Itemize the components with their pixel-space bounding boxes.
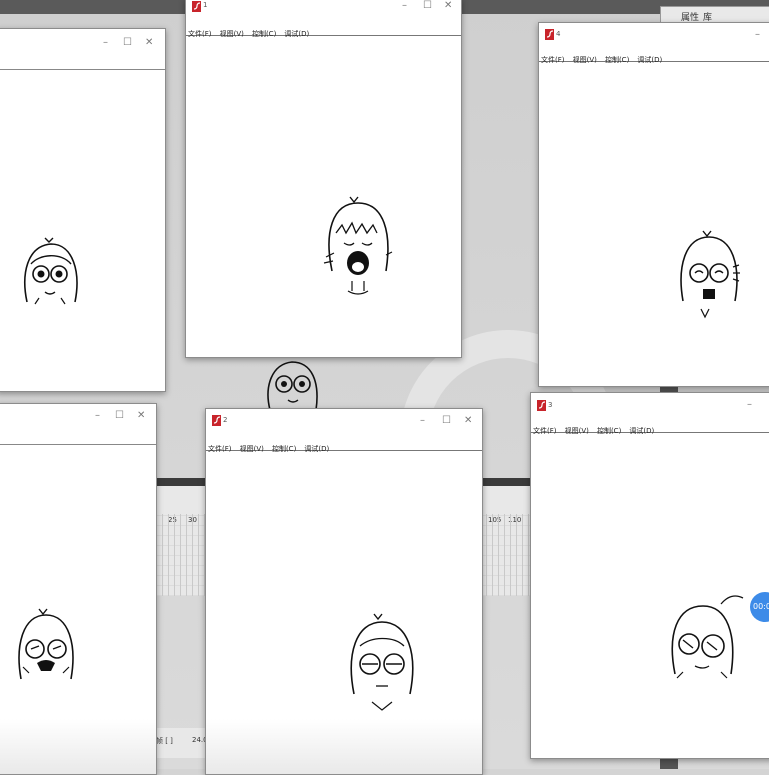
- close-icon[interactable]: ✕: [464, 415, 472, 426]
- flash-window-2[interactable]: 2 – ☐ ✕ 文件(F) 视图(V) 控制(C) 调试(D): [205, 408, 483, 775]
- minimize-icon[interactable]: –: [755, 29, 760, 40]
- flash-window[interactable]: – ☐ ✕: [0, 28, 166, 392]
- character-face-annoyed: [350, 613, 414, 711]
- close-icon[interactable]: ✕: [444, 0, 452, 11]
- maximize-icon[interactable]: ☐: [115, 410, 124, 421]
- player-stage[interactable]: [186, 37, 461, 357]
- character-face-crying: [323, 196, 393, 295]
- window-titlebar[interactable]: – ☐ ✕: [0, 404, 156, 421]
- minimize-icon[interactable]: –: [103, 37, 108, 48]
- window-number: 4: [556, 30, 561, 38]
- minimize-icon[interactable]: –: [420, 415, 425, 426]
- close-icon[interactable]: ✕: [137, 410, 145, 421]
- window-titlebar[interactable]: 2 – ☐ ✕: [206, 409, 482, 426]
- window-number: 1: [203, 1, 208, 9]
- flash-window-1[interactable]: 1 – ☐ ✕ 文件(F) 视图(V) 控制(C) 调试(D): [185, 0, 462, 358]
- player-stage[interactable]: [0, 444, 156, 774]
- flash-player-icon: [192, 1, 201, 12]
- flash-player-icon: [212, 415, 221, 426]
- window-menubar: 文件(F) 视图(V) 控制(C) 调试(D): [206, 436, 482, 453]
- maximize-icon[interactable]: ☐: [423, 0, 432, 11]
- flash-window-4[interactable]: 4 – 文件(F) 视图(V) 控制(C) 调试(D): [538, 22, 769, 387]
- minimize-icon[interactable]: –: [95, 410, 100, 421]
- window-menubar: 文件(F) 视图(V) 控制(C) 调试(D): [531, 418, 769, 435]
- maximize-icon[interactable]: ☐: [123, 37, 132, 48]
- window-menubar: 文件(F) 视图(V) 控制(C) 调试(D): [186, 21, 461, 38]
- window-titlebar[interactable]: – ☐ ✕: [0, 29, 165, 48]
- window-number: 2: [223, 416, 228, 424]
- flash-player-icon: [545, 29, 554, 40]
- minimize-icon[interactable]: –: [402, 0, 407, 11]
- character-face-sleepy: [671, 595, 744, 679]
- window-titlebar[interactable]: 3 –: [531, 393, 769, 411]
- minimize-icon[interactable]: –: [747, 399, 752, 410]
- window-titlebar[interactable]: 4 –: [539, 23, 769, 40]
- frame-label: 帧 [ ]: [156, 737, 173, 745]
- flash-window-3[interactable]: 3 – 文件(F) 视图(V) 控制(C) 调试(D): [530, 392, 769, 759]
- player-stage[interactable]: [206, 452, 482, 774]
- stage-character-face: [267, 361, 318, 411]
- character-face-grimace: [18, 608, 74, 680]
- window-menubar: 文件(F) 视图(V) 控制(C) 调试(D): [539, 47, 769, 64]
- character-face-surprised: [24, 237, 78, 305]
- player-stage[interactable]: [539, 63, 769, 386]
- flash-player-icon: [537, 400, 546, 411]
- player-stage[interactable]: [531, 434, 769, 758]
- flash-window[interactable]: – ☐ ✕: [0, 403, 157, 775]
- maximize-icon[interactable]: ☐: [442, 415, 451, 426]
- window-number: 3: [548, 401, 553, 409]
- close-icon[interactable]: ✕: [145, 37, 153, 48]
- window-titlebar[interactable]: 1 – ☐ ✕: [186, 0, 461, 15]
- window-fade: [0, 719, 156, 774]
- character-face-shocked: [680, 230, 740, 319]
- player-stage[interactable]: [0, 69, 165, 391]
- window-fade: [206, 719, 482, 774]
